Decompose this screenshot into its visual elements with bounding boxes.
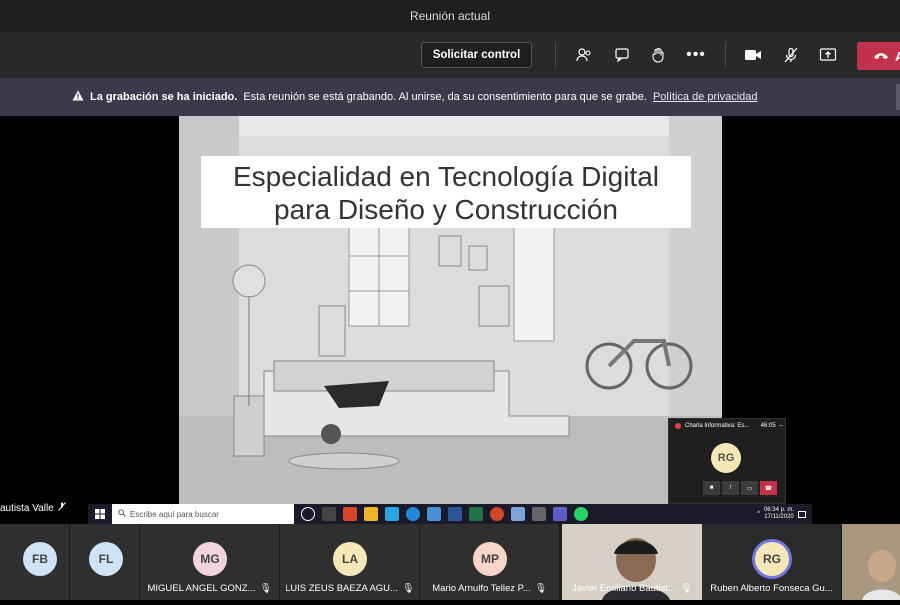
slide-title-line-2: para Diseño y Construcción [274,194,618,225]
hangup-button[interactable]: A [857,42,900,70]
mini-window-duration: 46:05 [760,423,776,429]
participant-avatar: RG [755,542,789,576]
mini-window-avatar: RG [711,443,741,473]
mic-off-icon[interactable] [780,44,802,66]
participant-name-text: Javier Emiliano Bautist... [571,583,676,594]
request-control-button[interactable]: Solicitar control [421,42,532,68]
raise-hand-icon[interactable] [647,44,669,66]
slide-title: Especialidad en Tecnología Digital para … [201,156,691,228]
participant-tile[interactable]: FL [70,524,140,600]
hangup-icon [873,49,889,64]
participant-video-tile[interactable]: Javier Emiliano Bautist... 🎙 [562,524,702,600]
window-title: Reunión actual [0,0,900,32]
share-icon[interactable] [817,44,839,66]
presenter-name-text: autista Valle [0,502,54,514]
participant-name-text: LUIS ZEUS BAEZA AGU... [286,583,398,594]
participant-name: LUIS ZEUS BAEZA AGU... 🎙 [286,583,413,594]
mic-off-icon: 🎙 [679,583,693,594]
system-tray: ^ 06:34 p. m. 17/11/2020 [757,507,812,521]
toolbar-divider [555,42,556,68]
mic-off-icon: / [722,481,739,495]
banner-text: Esta reunión se está grabando. Al unirse… [243,91,647,103]
participant-name-text: Ruben Alberto Fonseca Gu... [710,583,833,594]
participant-name: MIGUEL ANGEL GONZ... 🎙 [146,583,273,594]
participant-video-tile[interactable] [842,524,900,600]
app-l-icon [385,507,399,521]
participant-video [842,524,900,600]
whatsapp-icon [574,507,588,521]
participant-tile[interactable]: LA LUIS ZEUS BAEZA AGU... 🎙 [280,524,420,600]
hangup-label: A [895,48,900,64]
more-icon[interactable]: ••• [685,44,707,66]
shared-taskbar: Escribe aquí para buscar ^ 06:34 p. m. 1… [88,504,812,524]
notifications-icon [798,510,806,518]
minimize-icon: – [779,423,783,429]
office-app-icon [343,507,357,521]
taskbar-search: Escribe aquí para buscar [112,504,294,524]
taskbar-search-text: Escribe aquí para buscar [130,509,219,519]
windows-start-icon [88,504,112,524]
mic-off-icon: 🎙 [534,583,547,594]
mail-icon [427,507,441,521]
camera-icon[interactable] [742,44,764,66]
banner-title: La grabación se ha iniciado. [90,91,238,103]
people-icon[interactable] [573,44,595,66]
mini-window-controls: ■ / ▭ ☎ [703,481,777,495]
mic-off-icon [57,502,66,514]
participant-avatar: MG [193,542,227,576]
participant-avatar: MP [473,542,507,576]
slide-title-line-1: Especialidad en Tecnología Digital [233,161,659,192]
edge-icon [406,507,420,521]
participant-name: Javier Emiliano Bautist... 🎙 [568,583,696,594]
clock: 06:34 p. m. 17/11/2020 [764,507,794,521]
meeting-toolbar: Solicitar control ••• A [0,32,900,78]
participant-avatar: FL [89,542,123,576]
powerpoint-icon [490,507,504,521]
mic-off-icon: 🎙 [259,583,272,594]
participant-tile[interactable]: MG MIGUEL ANGEL GONZ... 🎙 [140,524,280,600]
recording-banner: La grabación se ha iniciado. Esta reunió… [0,78,900,116]
participant-avatar: LA [333,542,367,576]
mic-off-icon: 🎙 [401,583,413,594]
search-icon [118,509,126,519]
presentation-slide: Especialidad en Tecnología Digital para … [179,116,722,504]
participant-name: Mario Arnulfo Tellez P... 🎙 [426,583,553,594]
task-view-icon [322,507,336,521]
chevron-up-icon: ^ [757,511,760,517]
mini-window-header: Charla Informativa: Es... 46:05 – [675,423,783,429]
toolbar-divider [725,42,726,68]
hangup-icon: ☎ [760,481,777,495]
participant-tile[interactable]: RG Ruben Alberto Fonseca Gu... [702,524,842,600]
participant-name: Ruben Alberto Fonseca Gu... [708,583,835,594]
participant-avatar: FB [23,542,57,576]
recording-dot-icon [675,423,681,429]
share-icon: ▭ [741,481,758,495]
camera-icon: ■ [703,481,720,495]
settings-icon [532,507,546,521]
privacy-policy-link[interactable]: Política de privacidad [653,91,758,103]
cortana-icon [301,507,315,521]
participant-tile[interactable]: FB [0,524,70,600]
mini-meeting-window: Charla Informativa: Es... 46:05 – RG ■ /… [668,418,786,504]
participant-name-text: MIGUEL ANGEL GONZ... [147,583,256,594]
banner-edge [896,84,900,110]
participants-gallery: FB FL MG MIGUEL ANGEL GONZ... 🎙 LA LUIS … [0,524,900,600]
chat-icon[interactable] [611,44,633,66]
warning-icon [72,90,84,104]
mini-window-title: Charla Informativa: Es... [685,423,750,429]
file-explorer-icon [364,507,378,521]
participant-name-text: Mario Arnulfo Tellez P... [432,583,531,594]
clock-date: 17/11/2020 [764,514,794,520]
clock-time: 06:34 p. m. [763,507,794,513]
teams-icon [553,507,567,521]
presenter-name: autista Valle [0,502,66,514]
app-icon [511,507,525,521]
excel-icon [469,507,483,521]
word-icon [448,507,462,521]
participant-tile[interactable]: MP Mario Arnulfo Tellez P... 🎙 [420,524,560,600]
